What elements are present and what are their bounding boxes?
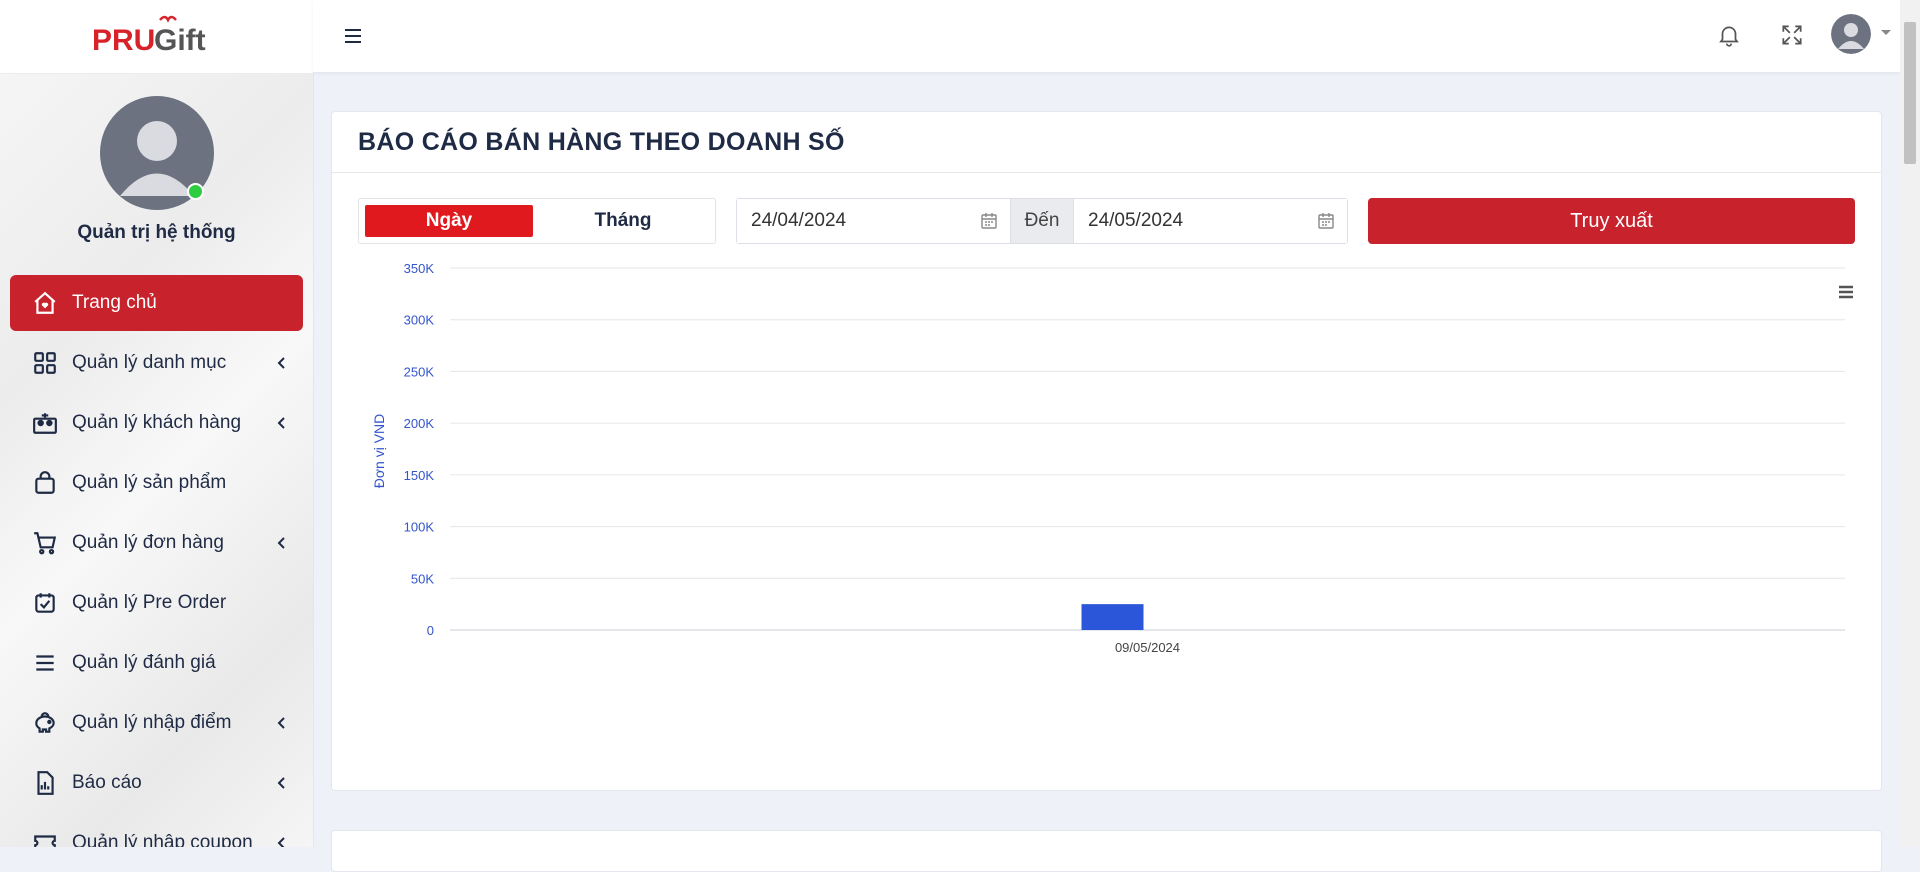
chevron-left-icon (277, 837, 285, 847)
sidebar-item-label: Quản lý đơn hàng (72, 532, 224, 553)
sidebar-item-preorder[interactable]: Quản lý Pre Order (10, 575, 303, 631)
user-avatar[interactable] (1831, 14, 1871, 54)
sidebar-item-label: Quản lý sản phẩm (72, 472, 227, 493)
chevron-left-icon (277, 357, 285, 369)
brand-header: PRU Gift (0, 0, 313, 74)
sidebar-item-label: Quản lý khách hàng (72, 412, 242, 433)
y-tick-label: 200K (404, 416, 435, 431)
page-title: BÁO CÁO BÁN HÀNG THEO DOANH SỐ (358, 127, 845, 156)
sidebar-item-label: Quản lý Pre Order (72, 592, 227, 613)
from-date-wrap (737, 199, 1010, 243)
y-axis-title: Đơn vị VND (371, 414, 387, 489)
chevron-left-icon (277, 777, 285, 789)
sidebar-item-label: Trang chủ (72, 292, 157, 313)
sidebar-item-customers[interactable]: Quản lý khách hàng (10, 395, 303, 451)
date-range-group: Đến (736, 198, 1348, 244)
online-status-dot (186, 183, 204, 200)
period-toggle: Ngày Tháng (358, 198, 716, 244)
chart-bar[interactable] (1081, 604, 1144, 630)
sidebar-item-reviews[interactable]: Quản lý đánh giá (10, 635, 303, 691)
ticket-icon (32, 830, 58, 847)
sidebar-item-label: Quản lý nhập coupon (72, 832, 253, 847)
chevron-left-icon (277, 537, 285, 549)
sidebar-item-label: Báo cáo (72, 772, 142, 793)
y-tick-label: 100K (404, 520, 435, 535)
y-tick-label: 250K (404, 364, 435, 379)
calendar-icon[interactable] (980, 212, 998, 230)
report-card: BÁO CÁO BÁN HÀNG THEO DOANH SỐ Ngày Thán… (331, 111, 1882, 791)
sidebar: PRU Gift Quản trị hệ thống Trang chủ Quả… (0, 0, 314, 847)
toggle-month-button[interactable]: Tháng (539, 205, 707, 237)
sidebar-item-orders[interactable]: Quản lý đơn hàng (10, 515, 303, 571)
caret-down-icon[interactable] (1880, 28, 1892, 38)
people-icon (32, 410, 58, 436)
sales-chart: 0 50K 100K 150K 200K 250K 300K 350K 09/05/2024 Đ… (371, 262, 1845, 655)
second-report-card (331, 830, 1882, 872)
grid-icon (32, 350, 58, 376)
sidebar-item-categories[interactable]: Quản lý danh mục (10, 335, 303, 391)
profile-block: Quản trị hệ thống (0, 74, 313, 244)
chevron-left-icon (277, 717, 285, 729)
sidebar-item-reports[interactable]: Báo cáo (10, 755, 303, 811)
top-navbar (313, 0, 1900, 72)
bell-icon[interactable] (1716, 22, 1742, 48)
sidebar-item-label: Quản lý danh mục (72, 352, 227, 373)
sidebar-item-home[interactable]: Trang chủ (10, 275, 303, 331)
sidebar-item-label: Quản lý đánh giá (72, 652, 216, 673)
from-date-input[interactable] (737, 199, 1010, 243)
svg-text:Gift: Gift (154, 24, 206, 57)
to-date-input[interactable] (1074, 199, 1347, 243)
prugift-logo[interactable]: PRU Gift (92, 14, 222, 60)
toggle-day-button[interactable]: Ngày (365, 205, 533, 237)
to-date-wrap (1074, 199, 1347, 243)
y-tick-label: 0 (427, 623, 434, 638)
to-label: Đến (1010, 199, 1074, 243)
sidebar-item-label: Quản lý nhập điểm (72, 712, 232, 733)
list-icon (32, 650, 58, 676)
calendar-check-icon (32, 590, 58, 616)
svg-text:PRU: PRU (92, 24, 155, 57)
hamburger-icon[interactable] (341, 24, 365, 48)
sidebar-menu: Trang chủ Quản lý danh mục Quản lý khách… (0, 275, 313, 847)
card-header: BÁO CÁO BÁN HÀNG THEO DOANH SỐ (332, 112, 1881, 173)
home-icon (32, 290, 58, 316)
fullscreen-icon[interactable] (1779, 22, 1805, 48)
bag-icon (32, 470, 58, 496)
cart-icon (32, 530, 58, 556)
profile-name: Quản trị hệ thống (77, 222, 236, 243)
piggy-bank-icon (32, 710, 58, 736)
page-scrollbar[interactable] (1900, 0, 1920, 847)
sidebar-item-points[interactable]: Quản lý nhập điểm (10, 695, 303, 751)
report-icon (32, 770, 58, 796)
y-tick-label: 150K (404, 468, 435, 483)
y-tick-label: 350K (404, 262, 435, 276)
x-tick-label: 09/05/2024 (1115, 640, 1180, 655)
y-tick-label: 50K (411, 571, 434, 586)
query-button[interactable]: Truy xuất (1368, 198, 1855, 244)
profile-avatar[interactable] (99, 96, 214, 210)
sidebar-item-coupons[interactable]: Quản lý nhập coupon (10, 815, 303, 847)
chevron-left-icon (277, 417, 285, 429)
sidebar-item-products[interactable]: Quản lý sản phẩm (10, 455, 303, 511)
calendar-icon[interactable] (1317, 212, 1335, 230)
scrollbar-thumb[interactable] (1904, 22, 1916, 164)
y-tick-label: 300K (404, 313, 435, 328)
